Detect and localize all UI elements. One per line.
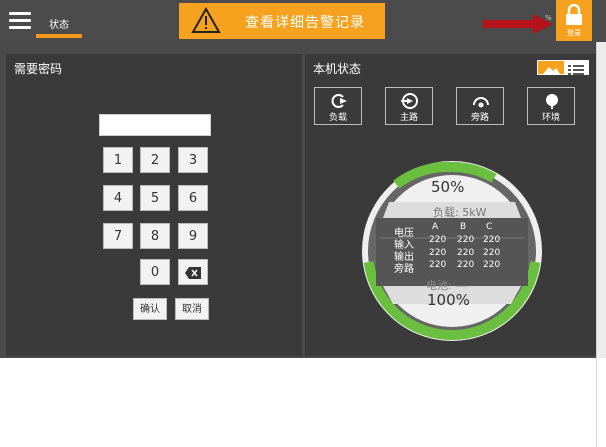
- bypass-view-button[interactable]: 旁路: [456, 87, 504, 125]
- output-voltage-a: 220: [429, 248, 447, 258]
- key-6[interactable]: 6: [178, 185, 208, 211]
- tab-status[interactable]: 状态: [49, 16, 69, 31]
- login-label: 登录: [567, 29, 581, 37]
- view-toggle[interactable]: [537, 60, 589, 75]
- alarm-records-button[interactable]: 查看详细告警记录: [179, 3, 385, 39]
- phase-a-label: A: [432, 222, 439, 232]
- password-input[interactable]: [99, 114, 211, 136]
- load-icon: [331, 94, 347, 108]
- warning-icon: [191, 7, 221, 33]
- key-0[interactable]: 0: [140, 259, 170, 285]
- cancel-button[interactable]: 取消: [175, 298, 209, 320]
- input-voltage-a: 220: [429, 235, 447, 245]
- phase-c-label: C: [486, 222, 493, 232]
- bypass-voltage-c: 220: [483, 260, 501, 270]
- battery-percent: 100%: [427, 291, 470, 309]
- scrollbar[interactable]: [596, 42, 606, 358]
- row-label-bypass: 旁路: [394, 264, 414, 275]
- output-voltage-c: 220: [483, 248, 501, 258]
- lock-icon: [566, 4, 582, 25]
- load-power: 负载: 5kW: [433, 206, 487, 219]
- input-voltage-b: 220: [457, 235, 475, 245]
- load-view-button[interactable]: 负载: [314, 87, 362, 125]
- environment-icon: [546, 94, 558, 109]
- mains-view-button[interactable]: 主路: [385, 87, 433, 125]
- input-voltage-c: 220: [483, 235, 501, 245]
- key-5[interactable]: 5: [140, 185, 170, 211]
- device-status-title: 本机状态: [313, 62, 362, 76]
- tab-active-indicator: [36, 34, 82, 38]
- load-view-label: 负载: [328, 113, 347, 123]
- key-3[interactable]: 3: [178, 147, 208, 173]
- key-9[interactable]: 9: [178, 223, 208, 249]
- bypass-icon: [473, 97, 489, 108]
- top-bar: 状态 查看详细告警记录 % 登录: [0, 0, 606, 42]
- load-percent: 50%: [431, 178, 465, 196]
- bypass-voltage-b: 220: [457, 260, 475, 270]
- login-button[interactable]: 登录: [556, 0, 592, 41]
- device-status-panel: 本机状态 负载 主路 旁路 环境 50% 负载: 5kW 电压 A B C 输入…: [305, 54, 599, 356]
- key-7[interactable]: 7: [103, 223, 133, 249]
- environment-view-label: 环境: [541, 113, 560, 123]
- password-panel-title: 需要密码: [14, 62, 63, 76]
- key-1[interactable]: 1: [103, 147, 133, 173]
- environment-view-button[interactable]: 环境: [527, 87, 575, 125]
- key-8[interactable]: 8: [140, 223, 170, 249]
- red-arrow-icon: [483, 14, 553, 34]
- bypass-voltage-a: 220: [429, 260, 447, 270]
- mains-icon: [401, 93, 418, 109]
- backspace-icon: [185, 267, 201, 279]
- key-2[interactable]: 2: [140, 147, 170, 173]
- confirm-button[interactable]: 确认: [133, 298, 167, 320]
- graphic-view-icon[interactable]: [538, 61, 564, 74]
- password-panel: 需要密码 1 2 3 4 5 6 7 8 9 0 确认 取消: [6, 54, 302, 356]
- app-screen: 状态 查看详细告警记录 % 登录 需要密码 1 2 3 4 5 6 7 8 9 …: [0, 0, 606, 358]
- alarm-records-label: 查看详细告警记录: [245, 15, 365, 31]
- phase-b-label: B: [460, 222, 467, 232]
- key-4[interactable]: 4: [103, 185, 133, 211]
- bypass-view-label: 旁路: [470, 113, 489, 123]
- output-voltage-b: 220: [457, 248, 475, 258]
- status-mark: %: [545, 14, 552, 22]
- scrollbar-track-edge: [596, 358, 597, 447]
- mains-view-label: 主路: [399, 113, 418, 123]
- menu-icon[interactable]: [9, 12, 31, 30]
- backspace-button[interactable]: [178, 259, 208, 285]
- list-view-icon[interactable]: [564, 61, 588, 75]
